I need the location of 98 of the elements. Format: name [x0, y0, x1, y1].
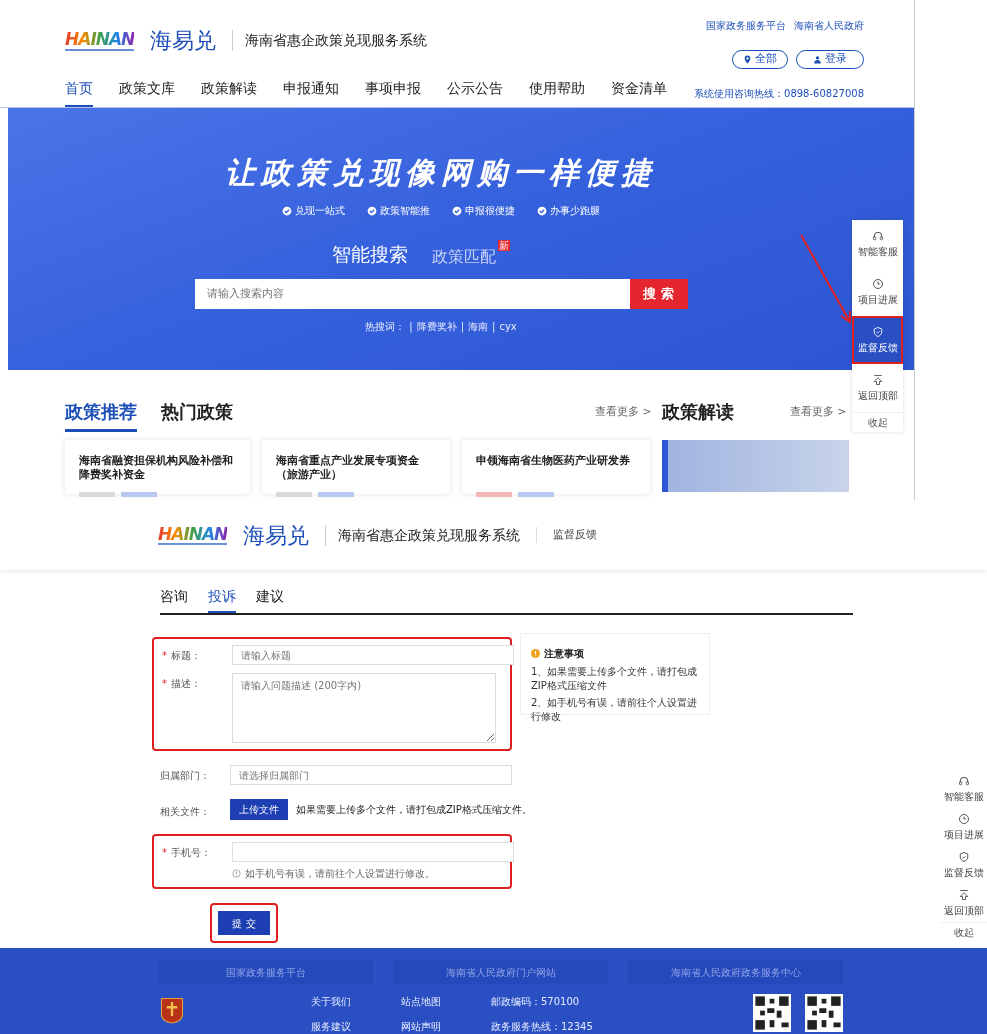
field-label: 描述： — [171, 677, 201, 691]
toolbar-item[interactable]: 项目进展 — [852, 268, 903, 316]
footer-link[interactable]: 政务服务热线：12345 — [491, 1019, 593, 1034]
nav-tab[interactable]: 申报通知 — [283, 78, 339, 107]
new-badge: 新 — [498, 240, 510, 251]
required-mark: * — [162, 846, 167, 860]
headset-icon — [958, 774, 970, 787]
toolbar-item[interactable]: 监督反馈 — [852, 316, 903, 364]
nav-tab[interactable]: 公示公告 — [447, 78, 503, 107]
nav-tab[interactable]: 资金清单 — [611, 78, 667, 107]
notice-item: 2、如手机号有误，请前往个人设置进行修改 — [531, 696, 699, 723]
brand-name: 海易兑 — [150, 27, 217, 55]
upload-hint: 如果需要上传多个文件，请打包成ZIP格式压缩文件。 — [296, 803, 532, 817]
separator: | — [460, 319, 464, 334]
hot-word-link[interactable]: cyx — [499, 318, 517, 334]
notice-title: 注意事项 — [544, 647, 584, 661]
logo-text: HAINAN — [158, 524, 228, 546]
search-tab[interactable]: 政策匹配 — [432, 244, 496, 269]
check-circle-icon — [367, 205, 377, 216]
separator: | — [492, 319, 496, 334]
feature-text: 申报很便捷 — [465, 204, 515, 218]
feature-text: 兑现一站式 — [295, 204, 345, 218]
text-area[interactable]: 请输入问题描述 (200字内) — [232, 673, 496, 743]
section-title: 政策解读 — [661, 400, 734, 424]
input-field[interactable]: 请输入标题 — [232, 645, 514, 665]
system-title: 海南省惠企政策兑现服务系统 — [325, 524, 521, 546]
separator: | — [409, 319, 413, 334]
form-tab[interactable]: 建议 — [256, 586, 284, 613]
footer-link[interactable]: 站点地图 — [401, 994, 441, 1009]
field-label: 归属部门： — [160, 769, 210, 783]
policy-card[interactable]: 海南省融资担保机构风险补偿和降费奖补资金 — [65, 440, 250, 494]
search-field[interactable]: 请输入搜索内容 — [194, 278, 630, 309]
info-circle-icon — [232, 869, 241, 878]
footer-link[interactable]: 关于我们 — [311, 994, 351, 1009]
required-mark: * — [162, 677, 167, 691]
page-title: 监督反馈 — [536, 526, 598, 544]
submit-button[interactable]: 提 交 — [218, 911, 270, 935]
required-mark: * — [162, 649, 167, 663]
policy-card[interactable]: 申领海南省生物医药产业研发券 — [462, 440, 650, 494]
hot-word-link[interactable]: 海南 — [468, 318, 488, 334]
clock-icon — [871, 277, 884, 290]
policy-card[interactable]: 海南省重点产业发展专项资金（旅游产业） — [262, 440, 450, 494]
search-button[interactable]: 搜 索 — [629, 278, 688, 309]
check-circle-icon — [537, 205, 547, 216]
input-field[interactable]: 请选择归属部门 — [230, 765, 512, 785]
nav-tab[interactable]: 使用帮助 — [529, 78, 585, 107]
warning-circle-icon — [531, 649, 540, 658]
card-title: 海南省重点产业发展专项资金（旅游产业） — [276, 454, 420, 484]
nav-tab[interactable]: 事项申报 — [365, 78, 421, 107]
back-to-top-icon — [958, 888, 970, 901]
location-pin-icon — [743, 55, 752, 64]
footer-link[interactable]: 网站声明 — [401, 1019, 441, 1034]
hero-headline: 让政策兑现像网购一样便捷 — [225, 154, 657, 192]
headset-icon — [871, 229, 884, 242]
more-link[interactable]: 查看更多 > — [595, 404, 652, 421]
section-tab[interactable]: 政策推荐 — [65, 398, 137, 432]
check-circle-icon — [452, 205, 462, 216]
form-tab[interactable]: 咨询 — [160, 586, 188, 613]
field-label: 标题： — [171, 649, 201, 663]
qr-code-icon — [753, 994, 791, 1032]
help-text: 如手机号有误，请前往个人设置进行修改。 — [245, 867, 435, 881]
form-tab[interactable]: 投诉 — [208, 586, 236, 613]
more-link[interactable]: 查看更多 > — [789, 404, 847, 421]
shield-icon — [958, 850, 970, 863]
toolbar-item[interactable]: 智能客服 — [852, 220, 903, 268]
qr-code-icon — [805, 994, 843, 1032]
logo-text: HAINAN — [65, 30, 135, 51]
system-title: 海南省惠企政策兑现服务系统 — [232, 30, 428, 51]
footer-link[interactable]: 服务建议 — [311, 1019, 351, 1034]
brand-name: 海易兑 — [243, 521, 310, 550]
footer-link[interactable]: 邮政编码：570100 — [491, 994, 593, 1009]
field-label: 相关文件： — [160, 804, 210, 819]
feature-text: 办事少跑腿 — [550, 204, 600, 218]
hotline-text: 系统使用咨询热线：0898-60827008 — [694, 87, 864, 101]
collapse-button[interactable]: 收起 — [852, 412, 903, 432]
notice-item: 1、如果需要上传多个文件，请打包成ZIP格式压缩文件 — [531, 665, 699, 692]
top-link[interactable]: 国家政务服务平台 — [706, 18, 786, 33]
field-label: 手机号： — [171, 846, 211, 860]
hot-words-label: 热搜词： — [365, 319, 406, 334]
top-link[interactable]: 海南省人民政府 — [794, 18, 864, 33]
feature-text: 政策智能推 — [380, 204, 430, 218]
toolbar-item[interactable]: 返回顶部 — [852, 364, 903, 412]
nav-tab[interactable]: 政策文库 — [119, 78, 175, 107]
clock-icon — [958, 812, 970, 825]
hot-word-link[interactable]: 降费奖补 — [416, 318, 457, 334]
check-circle-icon — [282, 205, 292, 216]
nav-tab[interactable]: 政策解读 — [201, 78, 257, 107]
shield-icon — [871, 325, 884, 338]
upload-button[interactable]: 上传文件 — [230, 799, 288, 820]
region-button[interactable]: 全部 — [732, 50, 788, 69]
card-title: 申领海南省生物医药产业研发券 — [476, 454, 631, 469]
back-to-top-icon — [871, 373, 884, 386]
input-field[interactable] — [232, 842, 514, 862]
section-tab[interactable]: 热门政策 — [161, 398, 233, 432]
search-tab[interactable]: 智能搜索 — [332, 240, 408, 269]
card-title: 海南省融资担保机构风险补偿和降费奖补资金 — [79, 454, 234, 484]
person-icon — [813, 55, 822, 64]
login-button[interactable]: 登录 — [796, 50, 864, 69]
